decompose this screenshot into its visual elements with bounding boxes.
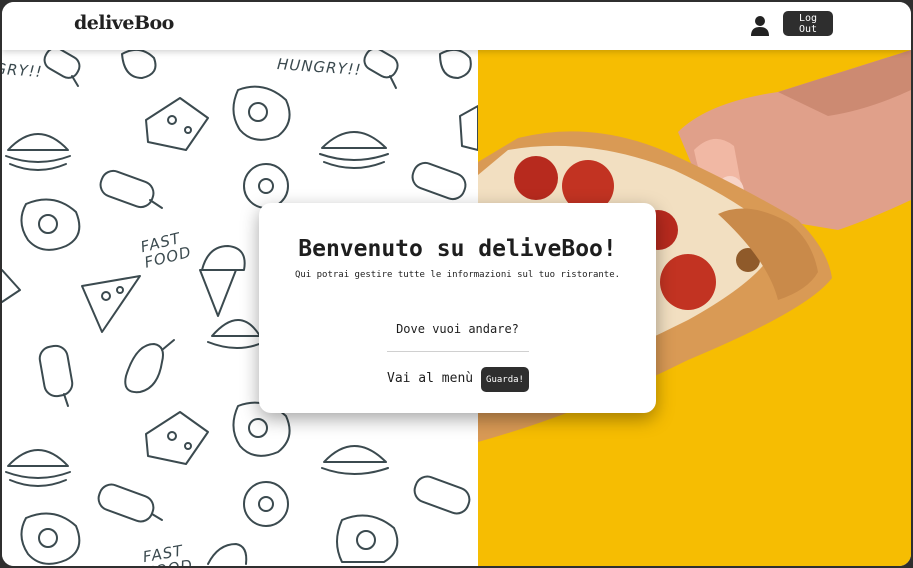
app-window: deliveBoo Log Out HUNGRY!! FAST FOOD FAS… — [2, 2, 911, 566]
top-navbar: deliveBoo Log Out — [2, 2, 911, 50]
brand-logo[interactable]: deliveBoo — [74, 12, 174, 34]
welcome-subtitle: Qui potrai gestire tutte le informazioni… — [294, 270, 621, 280]
welcome-card: Benvenuto su deliveBoo! Qui potrai gesti… — [259, 203, 656, 413]
user-icon[interactable] — [750, 15, 770, 37]
welcome-title: Benvenuto su deliveBoo! — [298, 236, 617, 262]
navigation-question: Dove vuoi andare? — [396, 322, 519, 336]
menu-link-label: Vai al menù — [387, 371, 474, 386]
logout-button[interactable]: Log Out — [783, 11, 833, 36]
card-divider — [387, 351, 529, 352]
view-menu-button[interactable]: Guarda! — [481, 367, 529, 392]
